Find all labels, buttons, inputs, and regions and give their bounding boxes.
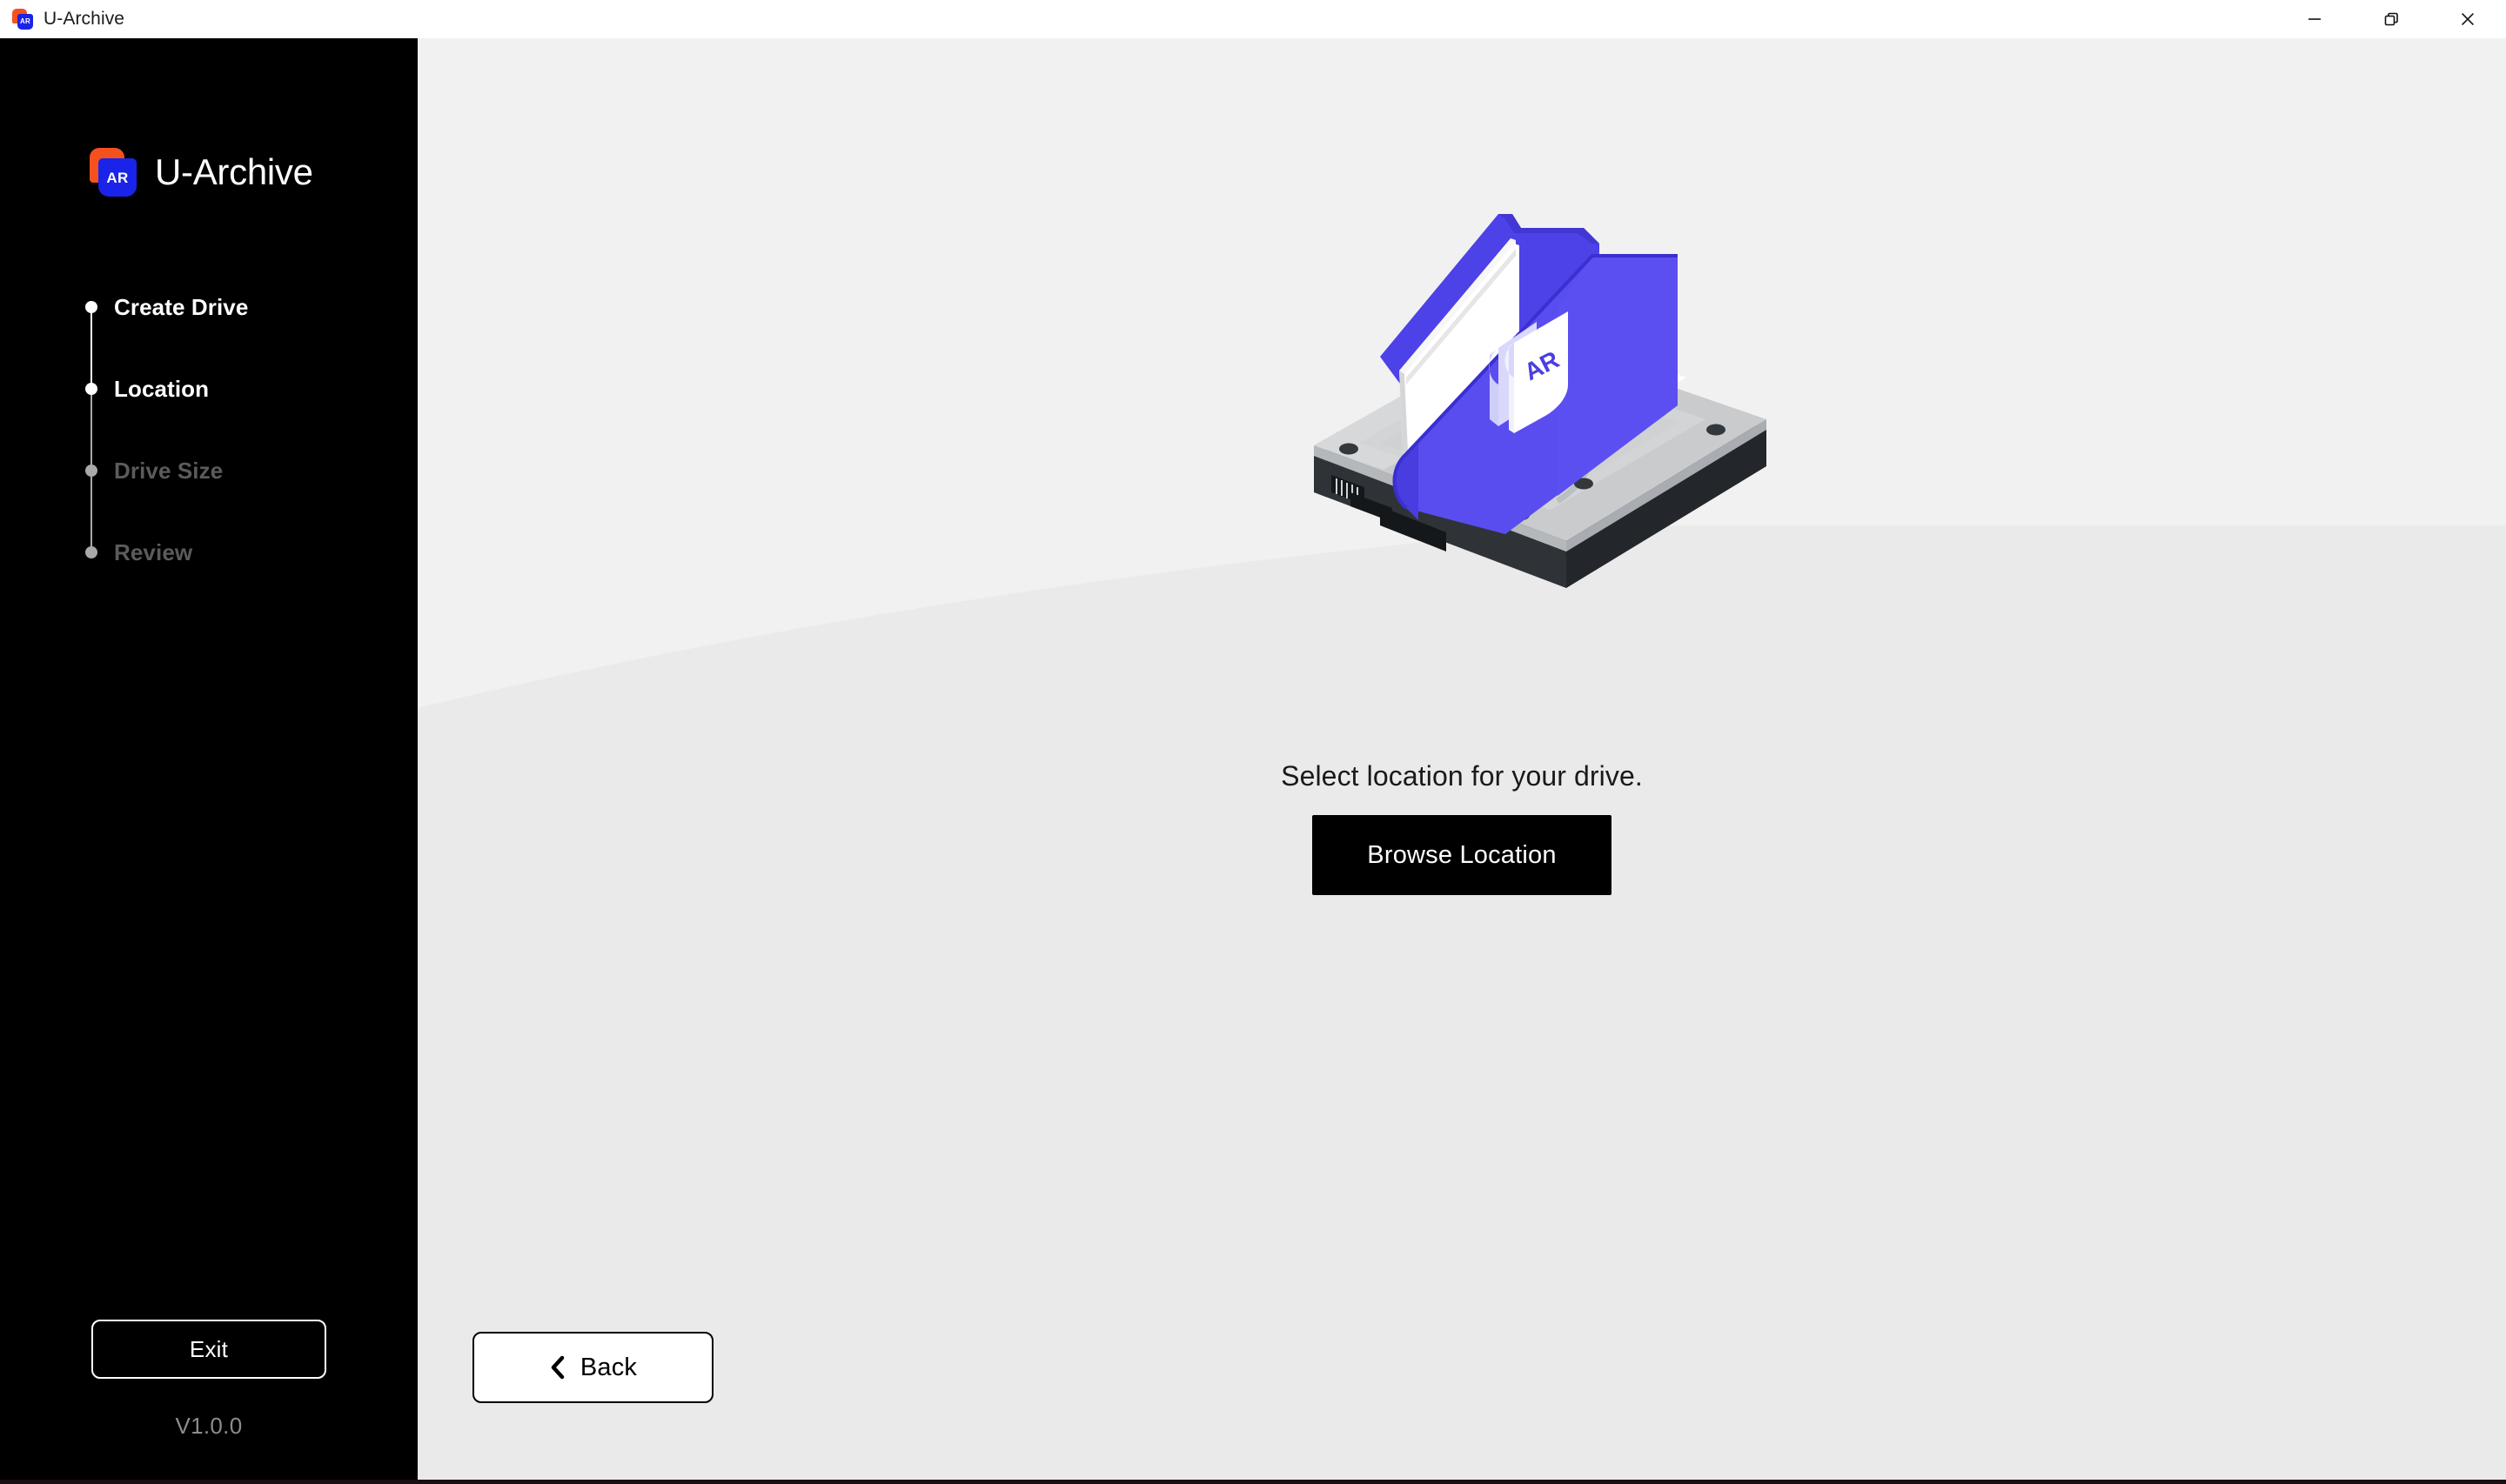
close-icon	[2462, 13, 2474, 25]
chevron-left-icon	[549, 1354, 566, 1380]
back-button[interactable]: Back	[472, 1332, 714, 1403]
sidebar-step-location[interactable]: Location	[85, 373, 352, 455]
window-controls	[2276, 0, 2506, 38]
browse-location-button[interactable]: Browse Location	[1312, 815, 1611, 895]
step-label: Create Drive	[114, 294, 249, 320]
step-dot-icon	[85, 546, 97, 558]
step-label: Review	[114, 539, 193, 565]
exit-button[interactable]: Exit	[91, 1320, 326, 1379]
version-label: V1.0.0	[175, 1413, 243, 1439]
step-label: Drive Size	[114, 458, 224, 484]
brand-logo-icon: AR	[90, 148, 140, 197]
brand-logo-text: AR	[106, 169, 129, 186]
page-title: Select location for your drive.	[1281, 760, 1643, 792]
step-label: Location	[114, 376, 210, 402]
minimize-button[interactable]	[2276, 0, 2353, 38]
app-window: AR U-Archive AR U-Archive Create Drive L…	[0, 0, 2506, 1484]
restore-icon	[2384, 12, 2398, 26]
main-content: AR Select location for your drive. Brows…	[418, 38, 2506, 1480]
sidebar-step-review[interactable]: Review	[85, 537, 352, 568]
minimize-icon	[2308, 18, 2321, 20]
prompt-block: Select location for your drive. Browse L…	[418, 760, 2506, 895]
sidebar-step-drive-size[interactable]: Drive Size	[85, 455, 352, 537]
step-progress-list: Create Drive Location Drive Size Review	[85, 291, 352, 568]
step-dot-icon	[85, 465, 97, 477]
restore-button[interactable]	[2353, 0, 2429, 38]
window-title: U-Archive	[44, 9, 125, 29]
window-body: AR U-Archive Create Drive Location Drive…	[0, 38, 2506, 1480]
brand-name: U-Archive	[155, 151, 313, 192]
step-dot-icon	[85, 383, 97, 395]
sidebar-step-create-drive[interactable]: Create Drive	[85, 291, 352, 373]
app-icon-blue-square: AR	[17, 14, 33, 30]
back-button-label: Back	[580, 1353, 638, 1381]
brand: AR U-Archive	[90, 148, 418, 197]
brand-logo-blue-square: AR	[98, 158, 137, 197]
background-curve-divider	[418, 525, 2506, 1480]
app-icon-text: AR	[20, 17, 30, 25]
sidebar: AR U-Archive Create Drive Location Drive…	[0, 38, 418, 1480]
step-dot-icon	[85, 301, 97, 313]
sidebar-footer: Exit V1.0.0	[0, 1320, 418, 1480]
title-bar: AR U-Archive	[0, 0, 2506, 38]
app-icon: AR	[12, 9, 35, 30]
hard-drive-folder-illustration: AR	[1297, 169, 1784, 604]
close-button[interactable]	[2429, 0, 2506, 38]
